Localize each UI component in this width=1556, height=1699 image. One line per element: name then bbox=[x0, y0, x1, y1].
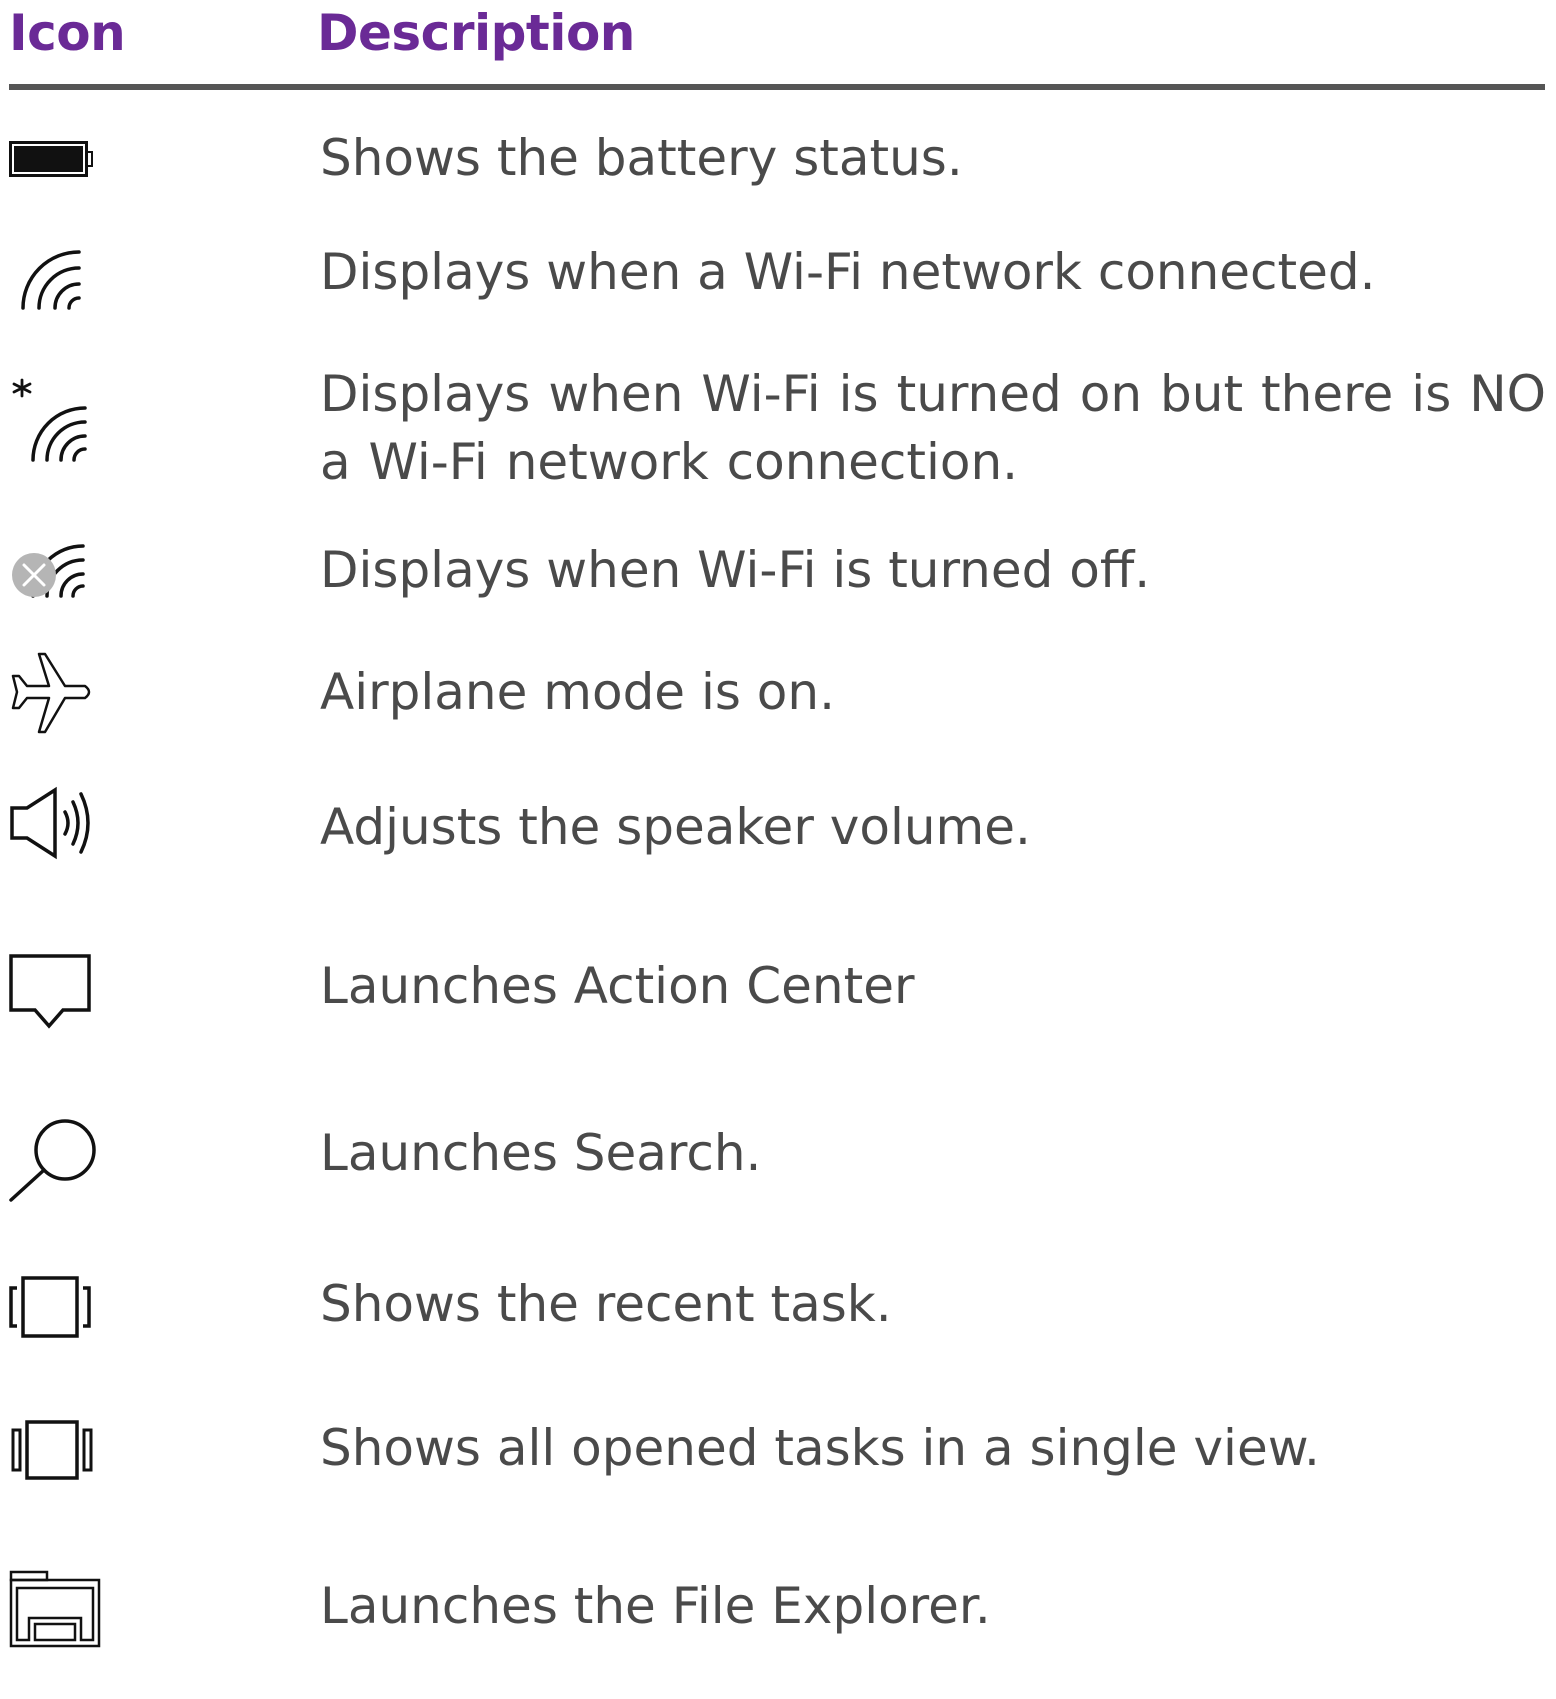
wifi-connected-icon bbox=[9, 246, 89, 312]
table-row: Shows the recent task. bbox=[0, 1268, 1556, 1358]
row-description: Launches the File Explorer. bbox=[320, 1577, 991, 1635]
table-row: Displays when Wi-Fi is turned on but the… bbox=[0, 356, 1556, 496]
table-row: Airplane mode is on. bbox=[0, 650, 1556, 740]
description-column-header: Description bbox=[317, 4, 635, 62]
row-description: Displays when Wi-Fi is turned off. bbox=[320, 541, 1151, 599]
table-row: Displays when a Wi-Fi network connected. bbox=[0, 234, 1556, 314]
table-row: Launches Search. bbox=[0, 1116, 1556, 1216]
table-row: Shows the battery status. bbox=[0, 120, 1556, 200]
table-row: Launches the File Explorer. bbox=[0, 1566, 1556, 1666]
row-description: Launches Action Center bbox=[320, 957, 915, 1015]
action-center-icon bbox=[9, 954, 91, 1030]
row-description: Launches Search. bbox=[320, 1124, 762, 1182]
row-description: Airplane mode is on. bbox=[320, 663, 835, 721]
row-description: Adjusts the speaker volume. bbox=[320, 798, 1031, 856]
table-row: Shows all opened tasks in a single view. bbox=[0, 1412, 1556, 1502]
wifi-no-connection-icon bbox=[9, 378, 91, 464]
header-divider bbox=[9, 84, 1545, 90]
row-description: Shows all opened tasks in a single view. bbox=[320, 1419, 1320, 1477]
icon-column-header: Icon bbox=[9, 4, 126, 62]
row-description: Shows the battery status. bbox=[320, 129, 963, 187]
battery-icon bbox=[9, 139, 93, 179]
table-header: Icon Description bbox=[9, 0, 1545, 72]
speaker-icon bbox=[9, 786, 93, 860]
table-row: Adjusts the speaker volume. bbox=[0, 784, 1556, 874]
table-row: Displays when Wi-Fi is turned off. bbox=[0, 532, 1556, 612]
row-description: Shows the recent task. bbox=[320, 1275, 892, 1333]
task-view-icon bbox=[9, 1420, 95, 1480]
search-icon bbox=[9, 1118, 99, 1202]
file-explorer-icon bbox=[9, 1570, 101, 1650]
airplane-icon bbox=[9, 652, 93, 736]
row-description: Displays when Wi-Fi is turned on but the… bbox=[320, 365, 1546, 491]
row-description: Displays when a Wi-Fi network connected. bbox=[320, 243, 1376, 301]
wifi-off-icon bbox=[9, 534, 91, 600]
table-row: Launches Action Center bbox=[0, 944, 1556, 1044]
recent-task-icon bbox=[9, 1276, 91, 1338]
